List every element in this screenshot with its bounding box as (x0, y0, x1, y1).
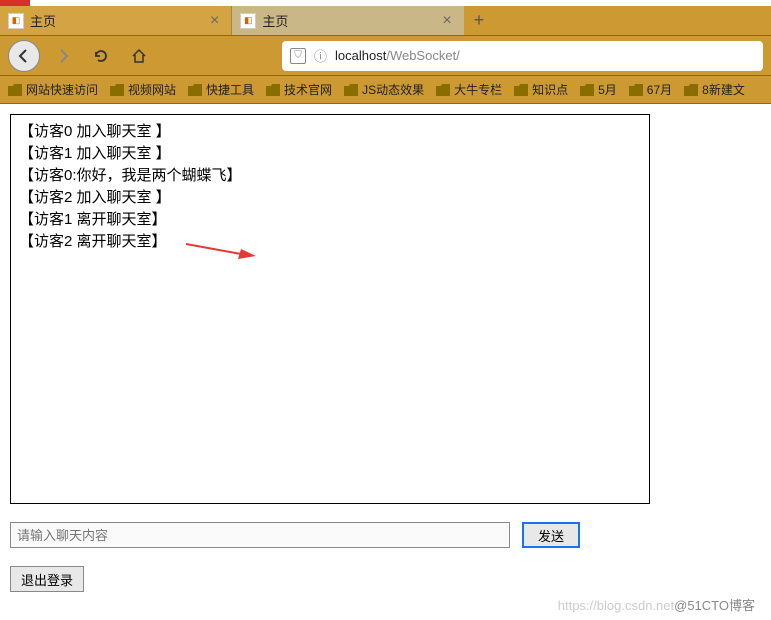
bookmark-item[interactable]: 视频网站 (110, 81, 176, 98)
chat-message: 【访客0 加入聊天室 】 (19, 121, 641, 143)
folder-icon (266, 84, 280, 96)
send-button[interactable]: 发送 (522, 522, 580, 548)
favicon-icon: ◧ (8, 13, 24, 29)
close-icon[interactable]: × (438, 12, 455, 30)
bookmark-item[interactable]: 67月 (629, 81, 672, 98)
bookmark-item[interactable]: 知识点 (514, 81, 568, 98)
chat-log-box: 【访客0 加入聊天室 】 【访客1 加入聊天室 】 【访客0:你好，我是两个蝴蝶… (10, 114, 650, 504)
bookmark-item[interactable]: 8新建文 (684, 81, 745, 98)
folder-icon (514, 84, 528, 96)
add-tab-button[interactable]: + (464, 10, 495, 31)
page-content: 【访客0 加入聊天室 】 【访客1 加入聊天室 】 【访客0:你好，我是两个蝴蝶… (0, 104, 771, 602)
logout-button[interactable]: 退出登录 (10, 566, 84, 592)
annotation-arrow-icon (186, 241, 256, 261)
back-button[interactable] (8, 40, 40, 72)
forward-button[interactable] (48, 41, 78, 71)
url-bar[interactable]: ⛉ ⓘ localhost/WebSocket/ (282, 41, 763, 71)
bookmark-item[interactable]: 快捷工具 (188, 81, 254, 98)
info-icon[interactable]: ⓘ (314, 46, 327, 65)
bookmark-item[interactable]: 网站快速访问 (8, 81, 98, 98)
watermark-text: https://blog.csdn.net@51CTO博客 (558, 595, 755, 614)
chat-input[interactable] (10, 522, 510, 548)
bookmark-item[interactable]: 技术官网 (266, 81, 332, 98)
folder-icon (684, 84, 698, 96)
chat-message: 【访客0:你好，我是两个蝴蝶飞】 (19, 165, 641, 187)
reload-button[interactable] (86, 41, 116, 71)
chat-message: 【访客1 离开聊天室】 (19, 209, 641, 231)
chat-message: 【访客2 离开聊天室】 (19, 231, 641, 253)
favicon-icon: ◧ (240, 13, 256, 29)
browser-tab-bar: ◧ 主页 × ◧ 主页 × + (0, 6, 771, 36)
chat-input-row: 发送 (10, 522, 761, 548)
folder-icon (110, 84, 124, 96)
home-button[interactable] (124, 41, 154, 71)
folder-icon (188, 84, 202, 96)
browser-tab-active[interactable]: ◧ 主页 × (0, 6, 231, 35)
chat-message: 【访客1 加入聊天室 】 (19, 143, 641, 165)
url-text: localhost/WebSocket/ (335, 48, 460, 63)
folder-icon (436, 84, 450, 96)
bookmark-item[interactable]: JS动态效果 (344, 81, 424, 98)
tab-title: 主页 (30, 11, 180, 30)
chat-message: 【访客2 加入聊天室 】 (19, 187, 641, 209)
shield-icon[interactable]: ⛉ (290, 48, 306, 64)
bookmark-item[interactable]: 大牛专栏 (436, 81, 502, 98)
folder-icon (580, 84, 594, 96)
browser-nav-bar: ⛉ ⓘ localhost/WebSocket/ (0, 36, 771, 76)
bookmark-item[interactable]: 5月 (580, 81, 617, 98)
folder-icon (629, 84, 643, 96)
bookmark-bar: 网站快速访问 视频网站 快捷工具 技术官网 JS动态效果 大牛专栏 知识点 5月… (0, 76, 771, 104)
tab-title: 主页 (262, 11, 412, 30)
folder-icon (8, 84, 22, 96)
browser-tab-inactive[interactable]: ◧ 主页 × (231, 6, 463, 35)
folder-icon (344, 84, 358, 96)
close-icon[interactable]: × (206, 12, 223, 30)
